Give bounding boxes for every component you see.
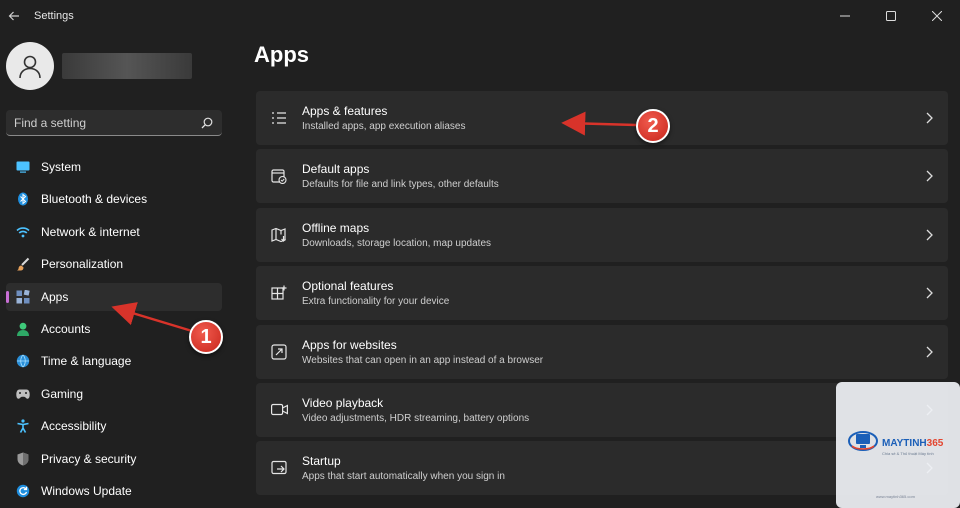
watermark-tagline: Chia sẻ & Thủ thuật Máy tính: [882, 451, 934, 456]
monitor-icon: [16, 160, 30, 174]
page-title: Apps: [254, 42, 309, 67]
wifi-icon: [16, 225, 30, 239]
brush-icon: [16, 257, 30, 271]
annotation-badge-1: 1: [189, 320, 223, 354]
card-title: Default apps: [302, 162, 370, 177]
minimize-button[interactable]: [822, 0, 868, 32]
card-subtitle: Extra functionality for your device: [302, 296, 450, 308]
avatar: [6, 42, 54, 90]
window-controls: [822, 0, 960, 32]
sidebar-item-apps[interactable]: Apps: [6, 282, 222, 311]
close-icon: [932, 11, 942, 21]
card-subtitle: Defaults for file and link types, other …: [302, 179, 499, 191]
sidebar-item-system[interactable]: System: [6, 153, 222, 181]
sidebar-item-label: Accounts: [41, 321, 91, 336]
maximize-button[interactable]: [868, 0, 914, 32]
chevron-right-icon: [926, 346, 933, 358]
globe-clock-icon: [16, 354, 30, 368]
card-title: Video playback: [302, 395, 384, 410]
card-default-apps[interactable]: Default apps Defaults for file and link …: [256, 149, 948, 204]
sidebar-item-network[interactable]: Network & internet: [6, 218, 222, 246]
card-apps-for-websites[interactable]: Apps for websites Websites that can open…: [256, 324, 948, 379]
chevron-right-icon: [926, 112, 933, 124]
annotation-badge-2: 2: [636, 109, 670, 143]
card-offline-maps[interactable]: Offline maps Downloads, storage location…: [256, 207, 948, 262]
sidebar-item-label: Bluetooth & devices: [41, 192, 148, 207]
sidebar-item-label: System: [41, 160, 82, 174]
chevron-right-icon: [926, 229, 933, 241]
search-input[interactable]: [14, 115, 200, 130]
watermark-logo: MAYTINH365 Chia sẻ & Thủ thuật Máy tính …: [836, 382, 960, 508]
card-title: Offline maps: [302, 220, 370, 235]
sidebar-item-bluetooth[interactable]: Bluetooth & devices: [6, 185, 222, 213]
chevron-right-icon: [926, 170, 933, 182]
profile-name-redacted: [62, 53, 192, 79]
sidebar-item-label: Gaming: [41, 386, 84, 401]
close-button[interactable]: [914, 0, 960, 32]
sidebar-item-label: Accessibility: [41, 419, 107, 434]
accessibility-icon: [16, 419, 30, 434]
sidebar-item-label: Privacy & security: [41, 451, 137, 466]
card-title: Apps & features: [302, 104, 388, 118]
bluetooth-icon: [16, 192, 30, 206]
card-subtitle: Installed apps, app execution aliases: [302, 121, 466, 132]
search-icon[interactable]: [200, 116, 214, 130]
list-icon: [270, 109, 288, 127]
card-subtitle: Websites that can open in an app instead…: [302, 354, 544, 366]
back-button[interactable]: [2, 4, 26, 28]
card-subtitle: Video adjustments, HDR streaming, batter…: [302, 412, 530, 424]
sidebar-item-label: Apps: [41, 289, 69, 304]
startup-icon: [270, 459, 288, 477]
minimize-icon: [840, 15, 850, 17]
card-apps-features[interactable]: Apps & features Installed apps, app exec…: [256, 91, 948, 145]
sidebar-item-label: Personalization: [41, 257, 124, 272]
update-icon: [16, 484, 30, 498]
monitor-logo-icon: [848, 431, 878, 451]
person-icon: [19, 55, 41, 79]
card-subtitle: Apps that start automatically when you s…: [302, 471, 505, 483]
sidebar-item-label: Windows Update: [41, 483, 132, 498]
person-icon: [16, 322, 30, 336]
sidebar-item-label: Network & internet: [41, 224, 140, 239]
card-title: Startup: [302, 454, 341, 469]
apps-icon: [16, 289, 30, 304]
gamepad-icon: [16, 387, 30, 401]
watermark-brand: MAYTINH365: [882, 438, 944, 449]
maximize-icon: [886, 11, 896, 21]
sidebar-item-accessibility[interactable]: Accessibility: [6, 412, 222, 440]
watermark-url: www.maytinh365.com: [876, 494, 915, 499]
search-box[interactable]: [6, 110, 222, 136]
sidebar-item-gaming[interactable]: Gaming: [6, 380, 222, 408]
sidebar-item-time-language[interactable]: Time & language: [6, 347, 222, 375]
chevron-right-icon: [926, 287, 933, 299]
title-bar: Settings: [0, 0, 960, 32]
sidebar-item-label: Time & language: [41, 354, 132, 369]
map-icon: [270, 226, 288, 244]
card-subtitle: Downloads, storage location, map updates: [302, 237, 492, 249]
open-external-icon: [270, 343, 288, 361]
shield-icon: [16, 452, 30, 466]
sidebar-item-windows-update[interactable]: Windows Update: [6, 477, 222, 505]
arrow-left-icon: [8, 11, 19, 21]
app-title: Settings: [34, 10, 74, 22]
sidebar-item-personalization[interactable]: Personalization: [6, 250, 222, 278]
sidebar-item-privacy-security[interactable]: Privacy & security: [6, 445, 222, 473]
add-grid-icon: [270, 284, 288, 302]
user-profile[interactable]: [6, 42, 192, 90]
card-title: Apps for websites: [302, 337, 397, 352]
card-title: Optional features: [302, 279, 394, 294]
card-optional-features[interactable]: Optional features Extra functionality fo…: [256, 266, 948, 321]
default-apps-icon: [270, 167, 288, 185]
video-icon: [270, 401, 288, 419]
